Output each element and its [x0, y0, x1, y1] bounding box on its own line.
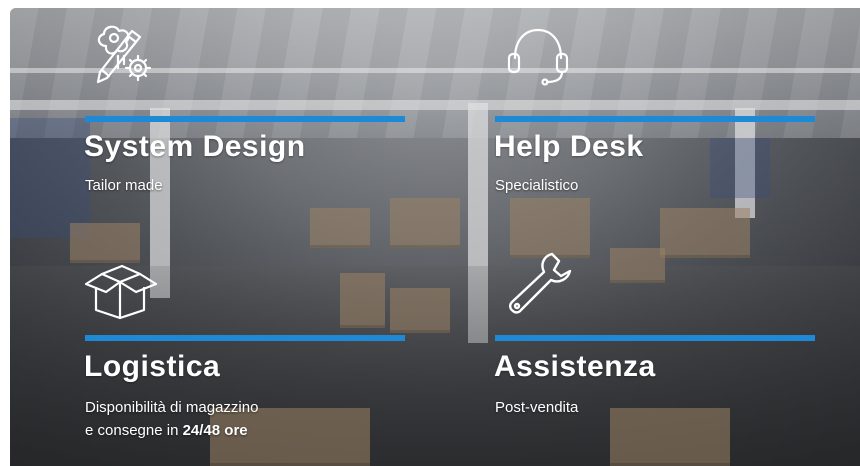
feature-title: System Design [84, 130, 306, 163]
feature-subtitle: Specialistico [495, 177, 579, 194]
feature-subtitle: Tailor made [85, 177, 163, 194]
wrench-icon [504, 248, 576, 316]
accent-bar [495, 335, 815, 341]
accent-bar [495, 116, 815, 122]
feature-title: Help Desk [494, 130, 644, 163]
feature-subtitle: Post-vendita [495, 399, 579, 416]
accent-bar [85, 335, 405, 341]
warehouse-rack [10, 118, 90, 238]
design-tools-icon [88, 20, 158, 88]
cardboard-box [390, 288, 450, 333]
cardboard-box [310, 208, 370, 248]
feature-title: Logistica [84, 350, 221, 383]
feature-title: Assistenza [494, 350, 656, 383]
cardboard-box [610, 408, 730, 466]
cardboard-box [340, 273, 385, 328]
delivery-time: 24/48 ore [182, 422, 248, 439]
feature-subtitle-line2: e consegne in [85, 422, 183, 439]
feature-subtitle: Disponibilità di magazzino e consegne in… [85, 396, 258, 442]
box-icon [82, 262, 160, 320]
accent-bar [85, 116, 405, 122]
feature-subtitle-line1: Disponibilità di magazzino [85, 399, 259, 416]
ceiling-beam [10, 100, 860, 110]
cardboard-box [390, 198, 460, 248]
warehouse-rack [710, 138, 770, 198]
headset-icon [503, 26, 573, 86]
cardboard-box [70, 223, 140, 263]
cardboard-box [610, 248, 665, 283]
cardboard-box [660, 208, 750, 258]
services-panel: System Design Tailor made Help Desk Spec… [10, 8, 860, 466]
